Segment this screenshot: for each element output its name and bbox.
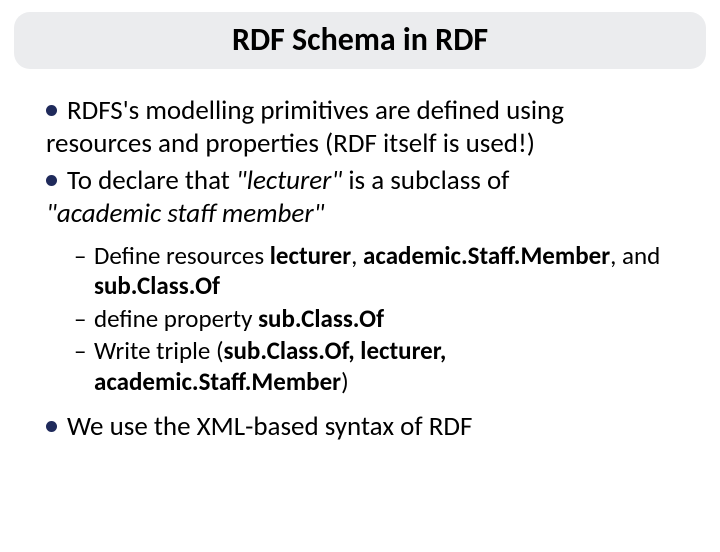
list-item: Define resources lecturer, academic.Staf… [74, 241, 686, 302]
slide-title: RDF Schema in RDF [14, 20, 706, 59]
text: Define resources [94, 240, 270, 271]
bold-text: lecturer [270, 240, 351, 271]
slide-content: RDFS's modelling primitives are defined … [0, 69, 720, 444]
list-item: We use the XML-based syntax of RDF [46, 411, 686, 444]
title-bar: RDF Schema in RDF [14, 12, 706, 69]
text: To declare that [67, 164, 236, 197]
bold-text: academic.Staff.Member [363, 240, 610, 271]
list-item: To declare that "lecturer" is a subclass… [46, 165, 686, 397]
text: , [351, 240, 363, 271]
list-item: RDFS's modelling primitives are defined … [46, 95, 686, 161]
bold-text: sub.Class.Of [94, 270, 220, 301]
bold-text: sub.Class.Of [258, 303, 384, 334]
sub-bullet-list: Define resources lecturer, academic.Staf… [74, 241, 686, 398]
bullet-list: RDFS's modelling primitives are defined … [46, 95, 686, 444]
text: , and [610, 240, 660, 271]
text: We use the XML-based syntax of RDF [67, 410, 472, 443]
italic-text: "academic staff member" [46, 197, 324, 230]
text: ) [341, 366, 349, 397]
text: Write triple ( [94, 335, 224, 366]
italic-text: "lecturer" [236, 164, 342, 197]
text: RDFS's modelling primitives are defined … [67, 94, 564, 127]
list-item: Write triple (sub.Class.Of, lecturer, ac… [74, 336, 686, 397]
text: resources and properties (RDF itself is … [46, 127, 535, 160]
text: define property [94, 303, 258, 334]
list-item: define property sub.Class.Of [74, 304, 686, 335]
text: is a subclass of [342, 164, 509, 197]
